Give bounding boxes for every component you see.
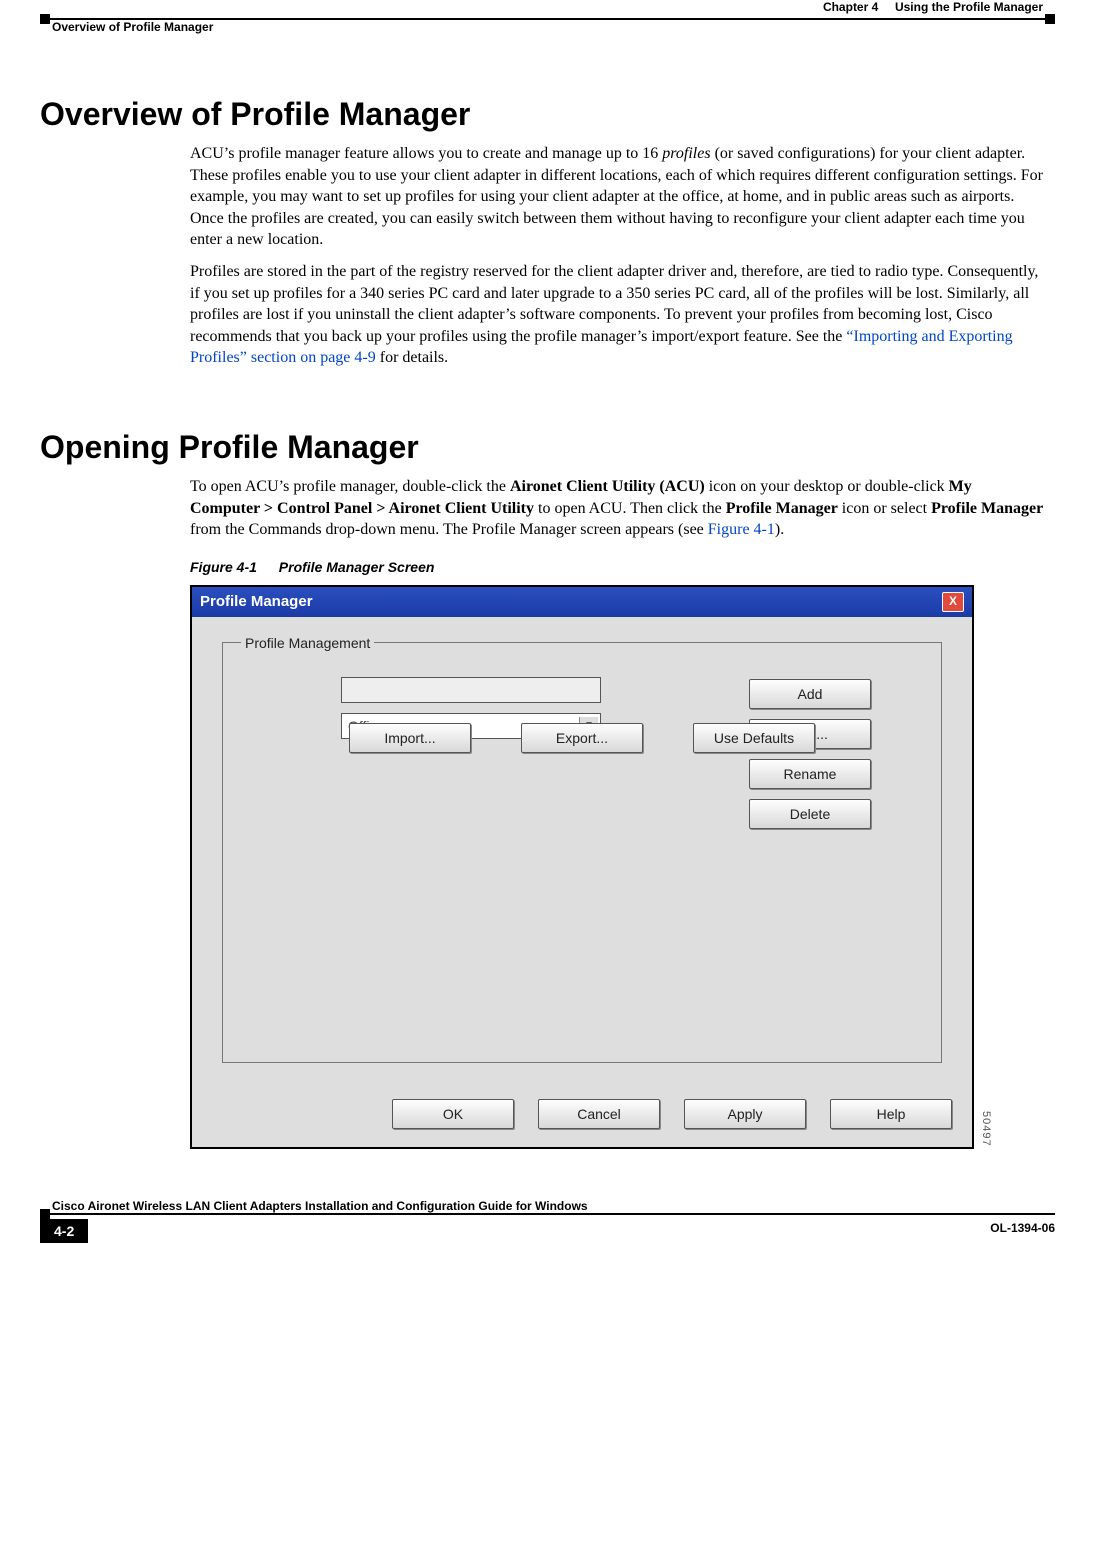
header-marker-right	[1045, 14, 1055, 24]
figure-4-1-screenshot: Profile Manager X Profile Management	[190, 585, 974, 1149]
export-button[interactable]: Export...	[521, 723, 643, 753]
footer-guide-title: Cisco Aironet Wireless LAN Client Adapte…	[52, 1199, 588, 1213]
header-chapter: Chapter 4 Using the Profile Manager	[823, 0, 1043, 14]
text: icon on your desktop or double-click	[705, 478, 949, 495]
text: icon or select	[838, 500, 931, 517]
profile-management-group: Profile Management Office ▼	[222, 635, 942, 1063]
text: from the Commands drop-down menu. The Pr…	[190, 521, 708, 538]
figure-side-id: 50497	[980, 1111, 992, 1147]
text-emph-profiles: profiles	[662, 145, 710, 162]
footer-rule	[40, 1213, 1055, 1215]
text: >	[372, 500, 388, 517]
dialog-title: Profile Manager	[200, 593, 313, 610]
bold-profile-manager-icon: Profile Manager	[726, 500, 838, 517]
text: To open ACU’s profile manager, double-cl…	[190, 478, 510, 495]
text: to open ACU. Then click the	[534, 500, 726, 517]
text: ACU’s profile manager feature allows you…	[190, 145, 662, 162]
text: for details.	[376, 349, 448, 366]
overview-para-1: ACU’s profile manager feature allows you…	[190, 143, 1045, 251]
link-figure-4-1[interactable]: Figure 4-1	[708, 521, 775, 538]
bold-aironet-utility: Aironet Client Utility	[389, 500, 534, 517]
running-footer: Cisco Aironet Wireless LAN Client Adapte…	[40, 1199, 1055, 1259]
delete-button[interactable]: Delete	[749, 799, 871, 829]
opening-para: To open ACU’s profile manager, double-cl…	[190, 476, 1045, 541]
footer-doc-id: OL-1394-06	[990, 1221, 1055, 1235]
rename-button[interactable]: Rename	[749, 759, 871, 789]
figure-caption: Figure 4-1 Profile Manager Screen	[190, 559, 1045, 575]
add-button[interactable]: Add	[749, 679, 871, 709]
heading-opening: Opening Profile Manager	[40, 429, 1055, 466]
dialog-button-row: OK Cancel Apply Help	[192, 1077, 972, 1147]
header-chapter-title: Using the Profile Manager	[895, 0, 1043, 14]
heading-overview: Overview of Profile Manager	[40, 96, 1055, 133]
profile-manager-dialog: Profile Manager X Profile Management	[190, 585, 974, 1149]
running-header: Chapter 4 Using the Profile Manager Over…	[40, 0, 1055, 36]
footer-marker-left	[40, 1209, 50, 1219]
dialog-titlebar: Profile Manager X	[192, 587, 972, 617]
help-button[interactable]: Help	[830, 1099, 952, 1129]
profile-management-legend: Profile Management	[241, 635, 374, 651]
overview-para-2: Profiles are stored in the part of the r…	[190, 261, 1045, 369]
figure-number: Figure 4-1	[190, 559, 257, 575]
import-button[interactable]: Import...	[349, 723, 471, 753]
text: ).	[775, 521, 784, 538]
bold-acu-icon: Aironet Client Utility (ACU)	[510, 478, 705, 495]
use-defaults-button[interactable]: Use Defaults	[693, 723, 815, 753]
header-section-title: Overview of Profile Manager	[52, 20, 213, 34]
header-marker-left	[40, 14, 50, 24]
header-chapter-label: Chapter 4	[823, 0, 878, 14]
cancel-button[interactable]: Cancel	[538, 1099, 660, 1129]
close-icon[interactable]: X	[942, 592, 964, 612]
bold-control-panel: Control Panel	[277, 500, 372, 517]
profile-name-input[interactable]	[341, 677, 601, 703]
page-number: 4-2	[40, 1219, 88, 1243]
text: >	[260, 500, 277, 517]
ok-button[interactable]: OK	[392, 1099, 514, 1129]
figure-title: Profile Manager Screen	[279, 559, 435, 575]
bold-profile-manager-menu: Profile Manager	[931, 500, 1043, 517]
apply-button[interactable]: Apply	[684, 1099, 806, 1129]
